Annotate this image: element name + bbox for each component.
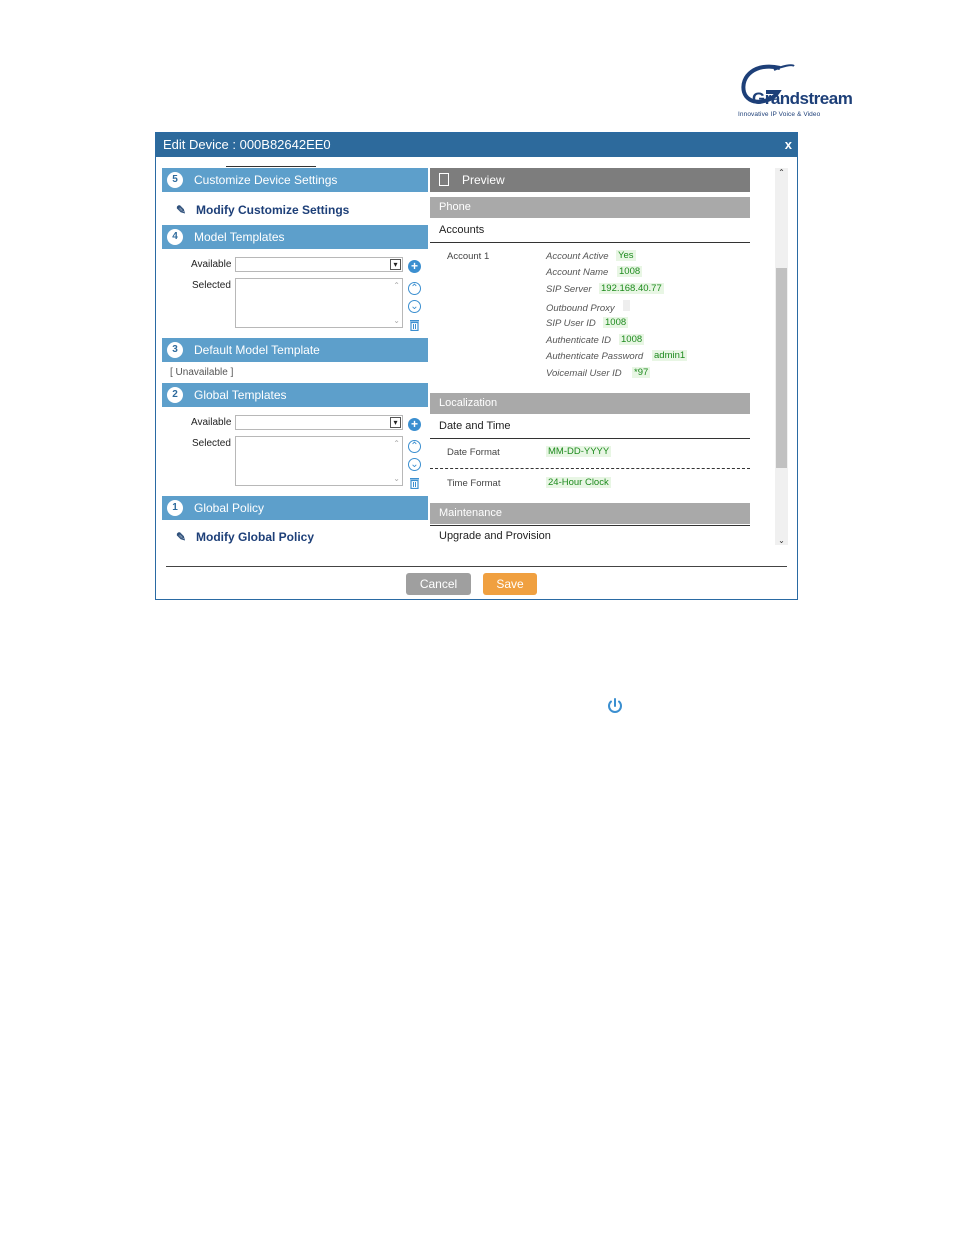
default-model-value: [ Unavailable ] <box>170 367 234 378</box>
grandstream-logo: Grandstream Innovative IP Voice & Video <box>736 62 853 120</box>
field-value: 1008 <box>619 334 645 345</box>
field-value: 192.168.40.77 <box>599 283 664 294</box>
scroll-up-arrow[interactable]: ⌃ <box>393 439 400 448</box>
global-templates-selected-list[interactable]: ⌃ ⌄ <box>235 436 403 486</box>
close-button[interactable]: x <box>785 137 792 152</box>
field-value: Yes <box>616 250 636 261</box>
divider <box>430 525 750 526</box>
link-label: Modify Customize Settings <box>196 203 350 217</box>
maintenance-header-label: Maintenance <box>439 507 502 519</box>
field-label: Account Active <box>546 251 609 262</box>
date-format-value: MM-DD-YYYY <box>546 446 612 457</box>
document-icon <box>439 173 449 186</box>
section-label: Global Policy <box>194 501 265 515</box>
field-label: SIP User ID <box>546 318 596 329</box>
arrow-down-circle-icon[interactable]: ⌄ <box>408 300 421 313</box>
section-label: Customize Device Settings <box>194 173 338 187</box>
scroll-down-arrow[interactable]: ⌄ <box>393 474 400 483</box>
phone-section-header: Phone <box>430 197 750 218</box>
arrow-down-circle-icon[interactable]: ⌄ <box>408 458 421 471</box>
model-templates-selected-list[interactable]: ⌃ ⌄ <box>235 278 403 328</box>
scroll-down-arrow[interactable]: ⌄ <box>393 316 400 325</box>
link-label: Modify Global Policy <box>196 530 315 544</box>
time-format-value: 24-Hour Clock <box>546 477 611 488</box>
modify-customize-settings-link[interactable]: ✎ Modify Customize Settings <box>176 203 349 217</box>
section-global-policy[interactable]: 1 Global Policy <box>162 496 428 520</box>
localization-section-header: Localization <box>430 393 750 414</box>
pencil-icon: ✎ <box>176 203 187 217</box>
global-templates-available-select[interactable]: ▾ <box>235 415 403 430</box>
field-label: Account Name <box>546 267 609 278</box>
field-value: admin1 <box>652 350 688 361</box>
arrow-up-circle-icon[interactable]: ⌃ <box>408 440 421 453</box>
preview-scrollbar[interactable]: ⌃ ⌄ <box>775 168 788 545</box>
logo-tagline: Innovative IP Voice & Video <box>738 111 821 118</box>
upgrade-provision-subheader: Upgrade and Provision <box>439 530 551 542</box>
selected-label: Selected <box>192 280 231 291</box>
maintenance-section-header: Maintenance <box>430 503 750 524</box>
divider <box>430 438 750 439</box>
section-model-templates[interactable]: 4 Model Templates <box>162 225 428 249</box>
field-value: 1008 <box>617 266 643 277</box>
trash-icon[interactable] <box>409 319 420 331</box>
dashed-divider <box>430 468 750 469</box>
field-value: 1008 <box>603 317 629 328</box>
field-label: Authenticate Password <box>546 351 644 362</box>
section-label: Default Model Template <box>194 343 320 357</box>
available-label: Available <box>191 417 232 428</box>
phone-header-label: Phone <box>439 201 471 213</box>
field-label: Authenticate ID <box>546 335 611 346</box>
dialog-title: Edit Device : 000B82642EE0 <box>163 137 331 152</box>
footer-divider <box>166 566 787 567</box>
step-number: 2 <box>167 387 183 403</box>
accounts-subheader: Accounts <box>439 224 485 236</box>
preview-header: Preview <box>430 168 750 192</box>
edit-device-dialog: Edit Device : 000B82642EE0 x 5 Customize… <box>155 132 798 600</box>
scroll-down-arrow[interactable]: ⌄ <box>775 536 788 545</box>
plus-circle-icon[interactable]: + <box>408 418 421 431</box>
chevron-down-icon[interactable]: ▾ <box>390 259 401 270</box>
section-label: Model Templates <box>194 230 285 244</box>
section-label: Global Templates <box>194 388 287 402</box>
field-label: Outbound Proxy <box>546 303 615 314</box>
preview-panel: Preview Phone Accounts Account 1 Account… <box>430 168 750 545</box>
tab-indicator-line <box>226 166 316 167</box>
pencil-icon: ✎ <box>176 530 187 544</box>
modify-global-policy-link[interactable]: ✎ Modify Global Policy <box>176 530 314 544</box>
scroll-up-arrow[interactable]: ⌃ <box>393 281 400 290</box>
time-format-label: Time Format <box>447 478 501 489</box>
date-and-time-subheader: Date and Time <box>439 420 511 432</box>
date-format-label: Date Format <box>447 447 500 458</box>
account-1-label: Account 1 <box>447 251 490 262</box>
step-number: 1 <box>167 500 183 516</box>
model-templates-available-select[interactable]: ▾ <box>235 257 403 272</box>
plus-circle-icon[interactable]: + <box>408 260 421 273</box>
field-value-empty <box>623 300 630 311</box>
section-customize-device-settings[interactable]: 5 Customize Device Settings <box>162 168 428 192</box>
field-label: SIP Server <box>546 284 592 295</box>
arrow-up-circle-icon[interactable]: ⌃ <box>408 282 421 295</box>
chevron-down-icon[interactable]: ▾ <box>390 417 401 428</box>
step-number: 4 <box>167 229 183 245</box>
trash-icon[interactable] <box>409 477 420 489</box>
available-label: Available <box>191 259 232 270</box>
dialog-titlebar: Edit Device : 000B82642EE0 x <box>156 133 797 157</box>
scroll-up-arrow[interactable]: ⌃ <box>775 168 788 177</box>
logo-wordmark: Grandstream <box>752 89 853 108</box>
field-label: Voicemail User ID <box>546 368 622 379</box>
section-global-templates[interactable]: 2 Global Templates <box>162 383 428 407</box>
scroll-thumb[interactable] <box>776 268 787 468</box>
preview-title: Preview <box>462 173 505 187</box>
section-default-model-template[interactable]: 3 Default Model Template <box>162 338 428 362</box>
localization-header-label: Localization <box>439 397 498 409</box>
divider <box>430 242 750 243</box>
selected-label: Selected <box>192 438 231 449</box>
field-value: *97 <box>632 367 651 378</box>
cancel-button[interactable]: Cancel <box>406 573 471 595</box>
step-number: 3 <box>167 342 183 358</box>
save-button[interactable]: Save <box>483 573 537 595</box>
power-icon[interactable] <box>606 697 624 715</box>
step-number: 5 <box>167 172 183 188</box>
